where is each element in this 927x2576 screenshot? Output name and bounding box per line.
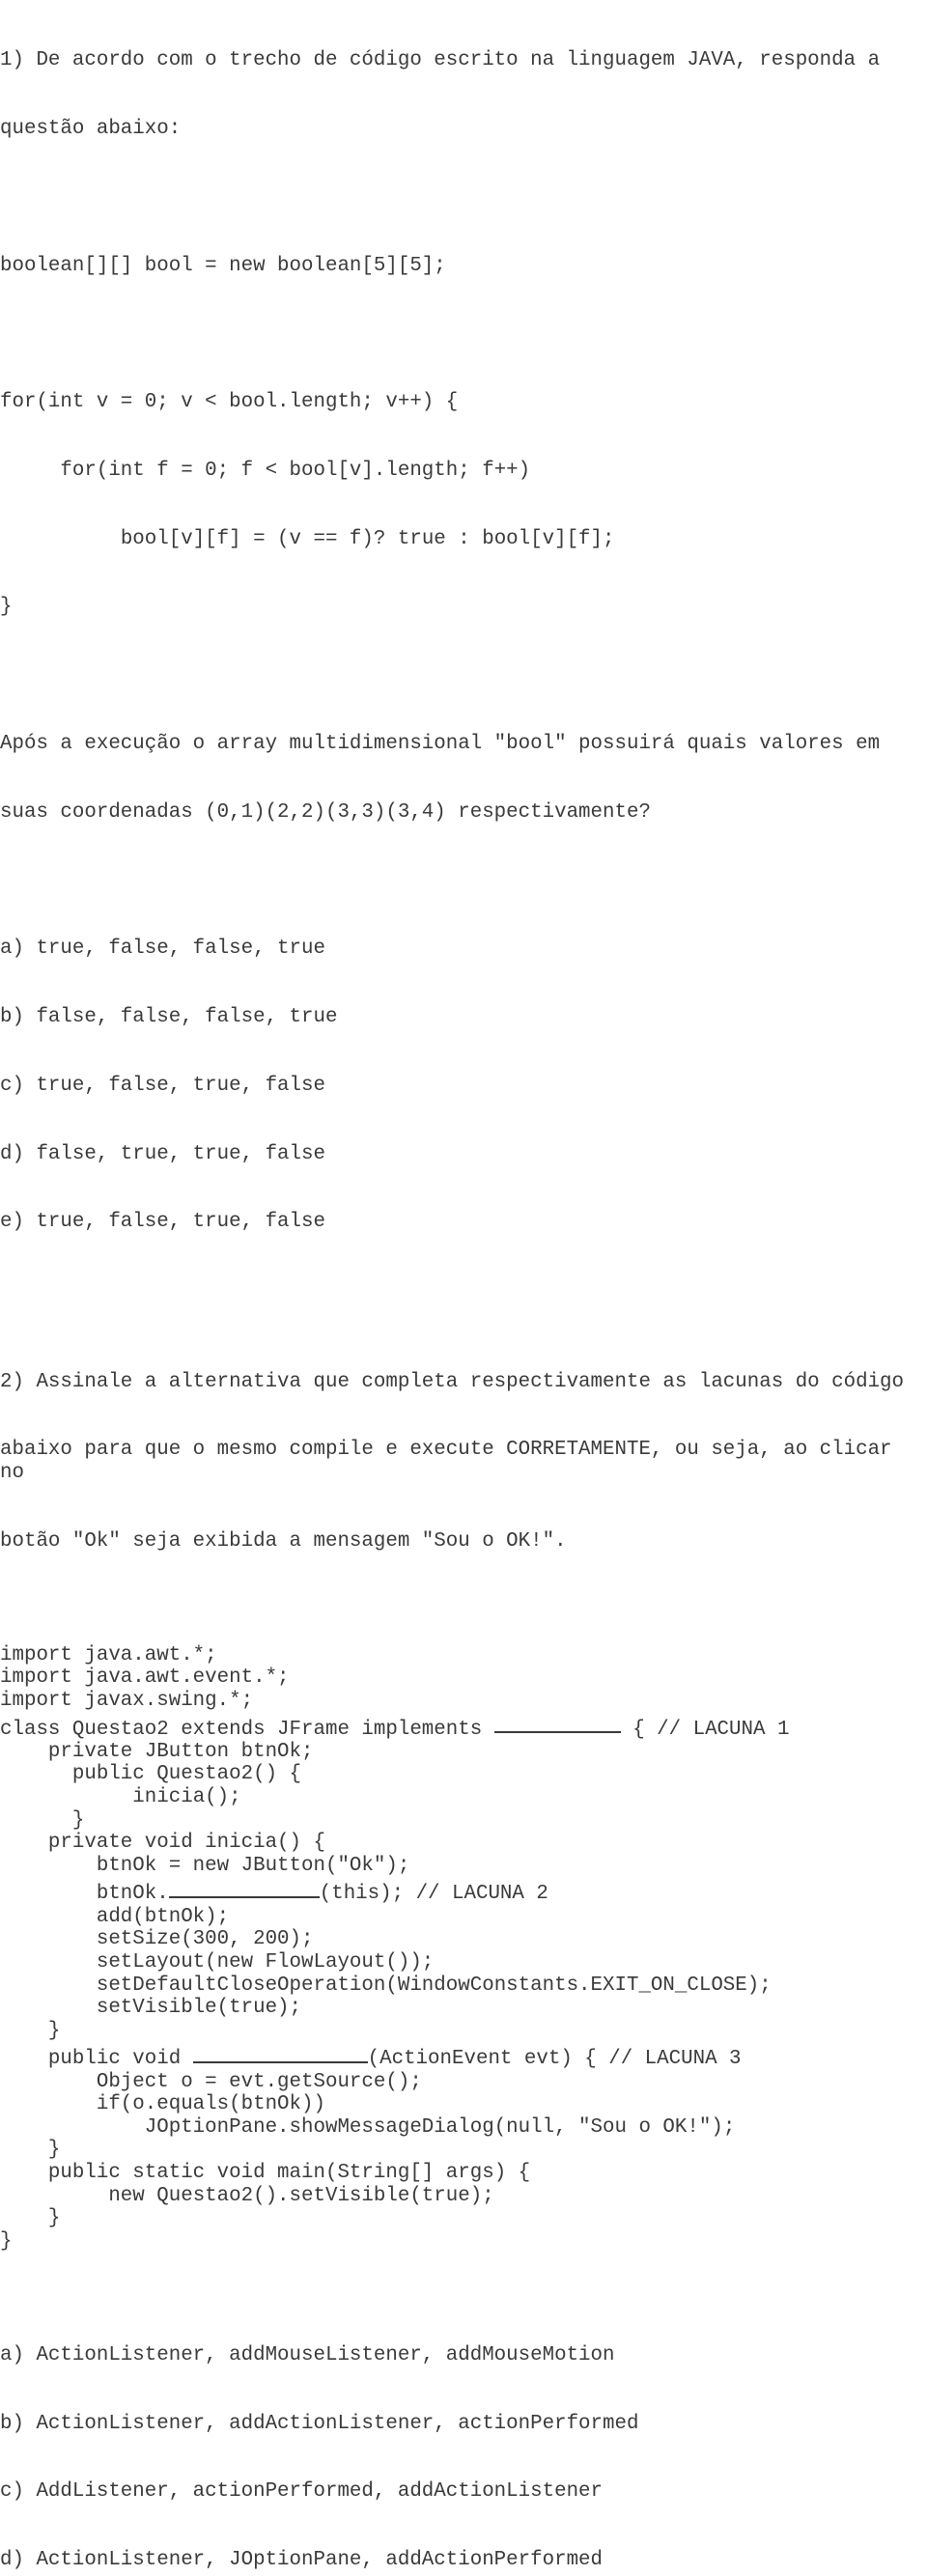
question-1-followup: Após a execução o array multidimensional… — [0, 687, 927, 870]
code-line: private void inicia() { — [0, 1832, 325, 1855]
question-1-prompt: 1) De acordo com o trecho de código escr… — [0, 4, 927, 186]
code-text: class Questao2 extends JFrame implements — [0, 1718, 494, 1741]
code-text: public void — [0, 2048, 193, 2071]
alternative-option[interactable]: b) ActionListener, addActionListener, ac… — [0, 2413, 927, 2436]
question-2-section: 2) Assinale a alternativa que completa r… — [0, 1325, 927, 2576]
code-line: if(o.equals(btnOk)) — [0, 2093, 325, 2116]
code-line: import java.awt.*; — [0, 1643, 217, 1666]
question-1-prompt-line-1: 1) De acordo com o trecho de código escr… — [0, 49, 881, 72]
code-line: btnOk = new JButton("Ok"); — [0, 1854, 410, 1877]
code-line: new Questao2().setVisible(true); — [0, 2184, 494, 2207]
alternative-option[interactable]: a) true, false, false, true — [0, 938, 927, 961]
code-line: } — [0, 1808, 85, 1832]
code-line: setVisible(true); — [0, 1997, 302, 2020]
code-line: for(int v = 0; v < bool.length; v++) { — [0, 391, 459, 414]
code-line: private JButton btnOk; — [0, 1740, 314, 1763]
question-1-prompt-line-2: questão abaixo: — [0, 117, 182, 140]
alternative-option[interactable]: d) ActionListener, JOptionPane, addActio… — [0, 2549, 927, 2572]
question-2-prompt-line-2: abaixo para que o mesmo compile e execut… — [0, 1439, 905, 1484]
code-line: } — [0, 2207, 61, 2230]
code-line: setDefaultCloseOperation(WindowConstants… — [0, 1974, 772, 1997]
code-line: bool[v][f] = (v == f)? true : bool[v][f]… — [0, 527, 615, 550]
code-line: JOptionPane.showMessageDialog(null, "Sou… — [0, 2115, 736, 2139]
question-1-code-block: boolean[][] bool = new boolean[5][5]; fo… — [0, 209, 927, 664]
code-text: (ActionEvent evt) { // LACUNA 3 — [367, 2048, 742, 2071]
fill-in-blank[interactable] — [168, 1877, 320, 1899]
code-line: public static void main(String[] args) { — [0, 2162, 531, 2185]
fill-in-blank[interactable] — [493, 1713, 621, 1734]
code-line: class Questao2 extends JFrame implements… — [0, 1713, 927, 1741]
question-2-prompt-line-3: botão "Ok" seja exibida a mensagem "Sou … — [0, 1529, 567, 1553]
question-2-code-block: import java.awt.*; import java.awt.event.… — [0, 1644, 927, 2254]
code-line: Object o = evt.getSource(); — [0, 2070, 422, 2093]
code-line: for(int f = 0; f < bool[v].length; f++) — [0, 459, 531, 482]
code-line: import javax.swing.*; — [0, 1689, 254, 1712]
code-line: } — [0, 596, 13, 619]
code-line: add(btnOk); — [0, 1905, 230, 1928]
code-line: } — [0, 2019, 61, 2042]
code-line: setLayout(new FlowLayout()); — [0, 1950, 435, 1974]
code-text: (this); // LACUNA 2 — [319, 1883, 548, 1906]
question-2-prompt: 2) Assinale a alternativa que completa r… — [0, 1325, 927, 1598]
question-1-alternatives: a) true, false, false, true b) false, fa… — [0, 892, 927, 1279]
alternative-option[interactable]: e) true, false, true, false — [0, 1211, 927, 1234]
alternative-option[interactable]: c) true, false, true, false — [0, 1075, 927, 1098]
code-line: boolean[][] bool = new boolean[5][5]; — [0, 254, 446, 277]
alternative-option[interactable]: a) ActionListener, addMouseListener, add… — [0, 2344, 927, 2367]
document-page: 1) De acordo com o trecho de código escr… — [0, 0, 927, 2571]
code-line: } — [0, 2139, 61, 2162]
alternative-option[interactable]: d) false, true, true, false — [0, 1143, 927, 1166]
code-line: public void (ActionEvent evt) { // LACUN… — [0, 2042, 927, 2070]
code-line: setSize(300, 200); — [0, 1928, 314, 1951]
alternative-option[interactable]: c) AddListener, actionPerformed, addActi… — [0, 2480, 927, 2504]
code-text: { // LACUNA 1 — [620, 1718, 790, 1741]
code-line: inicia(); — [0, 1786, 241, 1809]
code-text: btnOk. — [0, 1883, 169, 1906]
question-1-followup-line-1: Após a execução o array multidimensional… — [0, 733, 881, 755]
code-line: public Questao2() { — [0, 1763, 302, 1786]
question-1-section: 1) De acordo com o trecho de código escr… — [0, 4, 927, 1279]
alternative-option[interactable]: b) false, false, false, true — [0, 1006, 927, 1029]
question-1-followup-line-2: suas coordenadas (0,1)(2,2)(3,3)(3,4) re… — [0, 800, 651, 824]
question-2-prompt-line-1: 2) Assinale a alternativa que completa r… — [0, 1370, 905, 1393]
question-2-alternatives: a) ActionListener, addMouseListener, add… — [0, 2299, 927, 2576]
code-line: } — [0, 2229, 13, 2253]
fill-in-blank[interactable] — [192, 2042, 368, 2064]
code-line: btnOk. (this); // LACUNA 2 — [0, 1877, 927, 1905]
code-line: import java.awt.event.*; — [0, 1666, 290, 1690]
